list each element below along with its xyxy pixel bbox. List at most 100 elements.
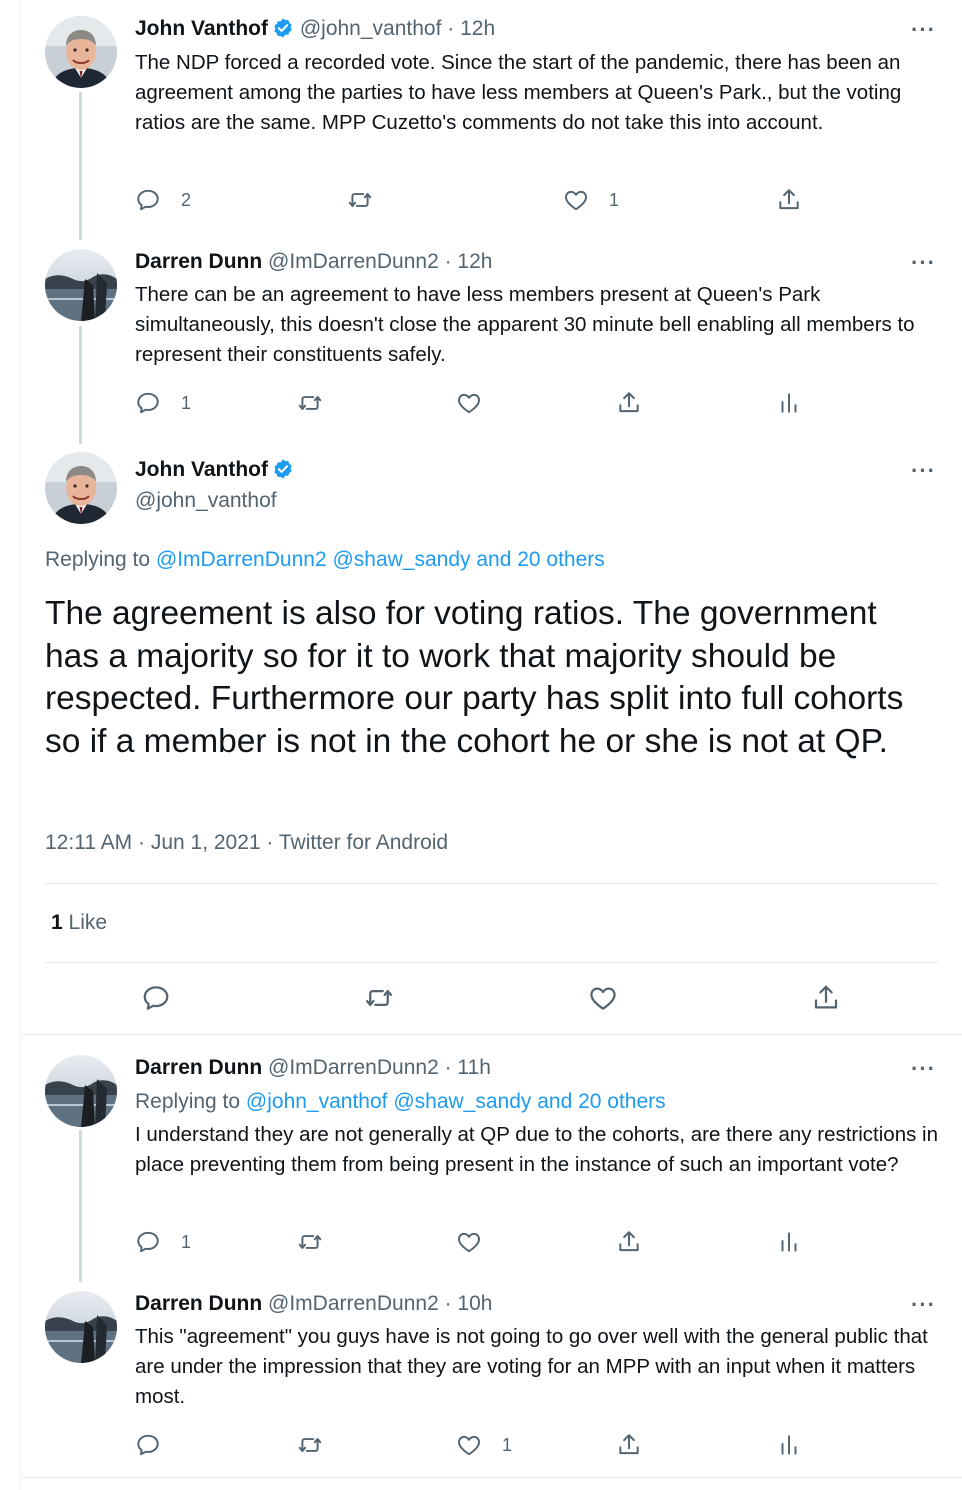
more-options-icon[interactable]: ··· [911,1058,936,1080]
retweet-button[interactable] [297,390,323,416]
tweet-time[interactable]: · 12h [445,250,493,273]
like-count: 1 [502,1434,513,1455]
author-handle[interactable]: @john_vanthof [135,489,277,512]
avatar[interactable] [45,1291,117,1363]
author-name[interactable]: Darren Dunn [135,1292,262,1315]
likes-label: Like [68,911,108,934]
author-handle[interactable]: @ImDarrenDunn2 [268,250,439,273]
tweet-meta[interactable]: 12:11 AM · Jun 1, 2021 · Twitter for And… [45,831,448,855]
reply-count: 2 [181,189,192,210]
heart-icon [456,390,482,416]
tweet-time[interactable]: · 10h [445,1292,493,1315]
like-button[interactable] [456,390,482,416]
tweet-time[interactable]: · 11h [445,1056,491,1079]
reply-icon [135,1229,161,1255]
reply-count: 1 [181,1231,192,1252]
share-button[interactable] [811,983,841,1013]
avatar[interactable] [45,452,117,524]
tweet-header: John Vanthof @john_vanthof · 12h [135,16,495,42]
author-name[interactable]: Darren Dunn [135,1056,262,1079]
divider [45,883,938,884]
reply-button[interactable]: 1 [135,1229,191,1255]
retweet-icon [297,1432,323,1458]
retweet-button[interactable] [297,1229,323,1255]
share-button[interactable] [616,1229,642,1255]
focused-tweet-text: The agreement is also for voting ratios.… [45,595,904,760]
analytics-button[interactable] [776,390,802,416]
author-name[interactable]: John Vanthof [135,458,268,481]
retweet-icon [297,1229,323,1255]
reply-icon [135,1432,161,1458]
analytics-icon [776,1432,802,1458]
analytics-icon [776,1229,802,1255]
share-button[interactable] [616,390,642,416]
reply-icon [135,390,161,416]
tweet-text: This "agreement" you guys have is not go… [135,1325,928,1408]
author-handle[interactable]: @ImDarrenDunn2 [268,1292,439,1315]
thread-line [79,1130,82,1282]
author-name[interactable]: John Vanthof [135,17,268,40]
share-icon [616,1432,642,1458]
more-options-icon[interactable]: ··· [911,1294,936,1316]
like-button[interactable]: 1 [456,1432,512,1458]
replying-to: Replying to @ImDarrenDunn2 @shaw_sandy a… [45,548,605,572]
retweet-icon [297,390,323,416]
share-icon [776,187,802,213]
likes-summary[interactable]: 1 Like [51,911,107,935]
retweet-button[interactable] [364,983,394,1013]
share-icon [616,1229,642,1255]
verified-badge-icon [272,458,294,480]
share-icon [616,390,642,416]
share-button[interactable] [776,187,802,213]
verified-badge-icon [272,17,294,39]
tweet-header: John Vanthof [135,457,294,483]
share-icon [811,983,841,1013]
like-button[interactable]: 1 [563,187,619,213]
reply-icon [141,983,171,1013]
more-options-icon[interactable]: ··· [911,460,936,482]
divider [45,962,938,963]
reply-button[interactable] [141,983,171,1013]
retweet-icon [364,983,394,1013]
like-button[interactable] [456,1229,482,1255]
avatar[interactable] [45,16,117,88]
author-handle[interactable]: @ImDarrenDunn2 [268,1056,439,1079]
replying-targets-link[interactable]: @ImDarrenDunn2 @shaw_sandy and 20 others [156,548,605,571]
analytics-button[interactable] [776,1432,802,1458]
tweet-text: I understand they are not generally at Q… [135,1123,939,1176]
reply-icon [135,187,161,213]
tweet-header: Darren Dunn @ImDarrenDunn2 · 12h [135,249,492,275]
more-options-icon[interactable]: ··· [911,19,936,41]
replying-prefix: Replying to [45,548,151,571]
reply-count: 1 [181,392,192,413]
like-button[interactable] [588,983,618,1013]
analytics-icon [776,390,802,416]
more-options-icon[interactable]: ··· [911,252,936,274]
retweet-button[interactable] [347,187,373,213]
thread-line [79,92,82,240]
reply-button[interactable] [135,1432,161,1458]
tweet-header: Darren Dunn @ImDarrenDunn2 · 11h [135,1055,491,1081]
divider [22,1477,962,1478]
tweet-header: @john_vanthof [135,488,277,514]
page-left-border [20,0,21,1490]
tweet-header: Darren Dunn @ImDarrenDunn2 · 10h [135,1291,492,1317]
share-button[interactable] [616,1432,642,1458]
reply-button[interactable]: 2 [135,187,191,213]
author-handle[interactable]: @john_vanthof [300,17,442,40]
avatar[interactable] [45,1055,117,1127]
analytics-button[interactable] [776,1229,802,1255]
retweet-icon [347,187,373,213]
replying-targets-link[interactable]: @john_vanthof @shaw_sandy and 20 others [246,1090,666,1113]
reply-button[interactable]: 1 [135,390,191,416]
retweet-button[interactable] [297,1432,323,1458]
tweet-text: There can be an agreement to have less m… [135,283,915,366]
tweet-time[interactable]: · 12h [447,17,495,40]
heart-icon [563,187,589,213]
replying-prefix: Replying to [135,1090,241,1113]
replying-to: Replying to @john_vanthof @shaw_sandy an… [135,1089,666,1115]
divider [22,1034,962,1035]
like-count: 1 [609,189,620,210]
avatar[interactable] [45,249,117,321]
author-name[interactable]: Darren Dunn [135,250,262,273]
